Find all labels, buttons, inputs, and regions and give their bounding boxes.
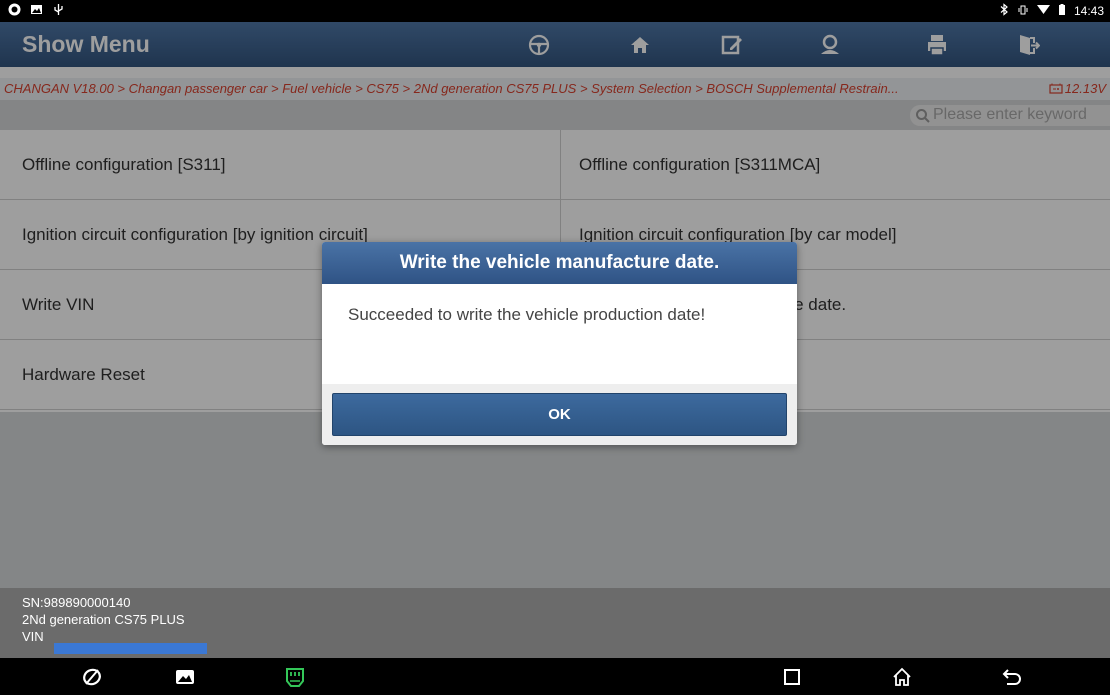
- app-notification-icon: [8, 3, 21, 19]
- recent-apps-button[interactable]: [780, 665, 804, 689]
- vci-button[interactable]: [283, 665, 307, 689]
- bluetooth-icon: [1000, 3, 1009, 19]
- vin-label: VIN: [22, 629, 44, 644]
- image-notification-icon: [30, 3, 43, 19]
- vci-icon: [286, 668, 304, 687]
- dialog-message: Succeeded to write the vehicle productio…: [348, 305, 706, 324]
- home-nav-button[interactable]: [890, 665, 914, 689]
- browser-button[interactable]: [80, 665, 104, 689]
- navigation-bar: [0, 658, 1110, 695]
- back-button[interactable]: [1000, 665, 1024, 689]
- recent-apps-icon: [784, 669, 800, 685]
- wifi-icon: [1036, 4, 1050, 18]
- gallery-icon: [176, 670, 194, 684]
- back-icon: [1002, 669, 1021, 685]
- vin-redaction: [54, 643, 207, 654]
- dialog-title: Write the vehicle manufacture date.: [322, 242, 797, 284]
- battery-icon: [1058, 3, 1066, 19]
- vibrate-icon: [1017, 4, 1029, 19]
- dialog-footer: OK: [322, 384, 797, 445]
- browser-icon: [83, 668, 101, 686]
- home-nav-icon: [893, 667, 911, 686]
- usb-icon: [52, 3, 65, 19]
- vehicle-info-panel: SN:989890000140 2Nd generation CS75 PLUS…: [0, 588, 1110, 658]
- serial-number: SN:989890000140: [22, 595, 131, 610]
- result-dialog: Write the vehicle manufacture date. Succ…: [322, 242, 797, 445]
- vehicle-model: 2Nd generation CS75 PLUS: [22, 612, 185, 627]
- status-bar: 14:43: [0, 0, 1110, 22]
- ok-button[interactable]: OK: [332, 393, 787, 436]
- gallery-button[interactable]: [173, 665, 197, 689]
- clock: 14:43: [1073, 4, 1104, 18]
